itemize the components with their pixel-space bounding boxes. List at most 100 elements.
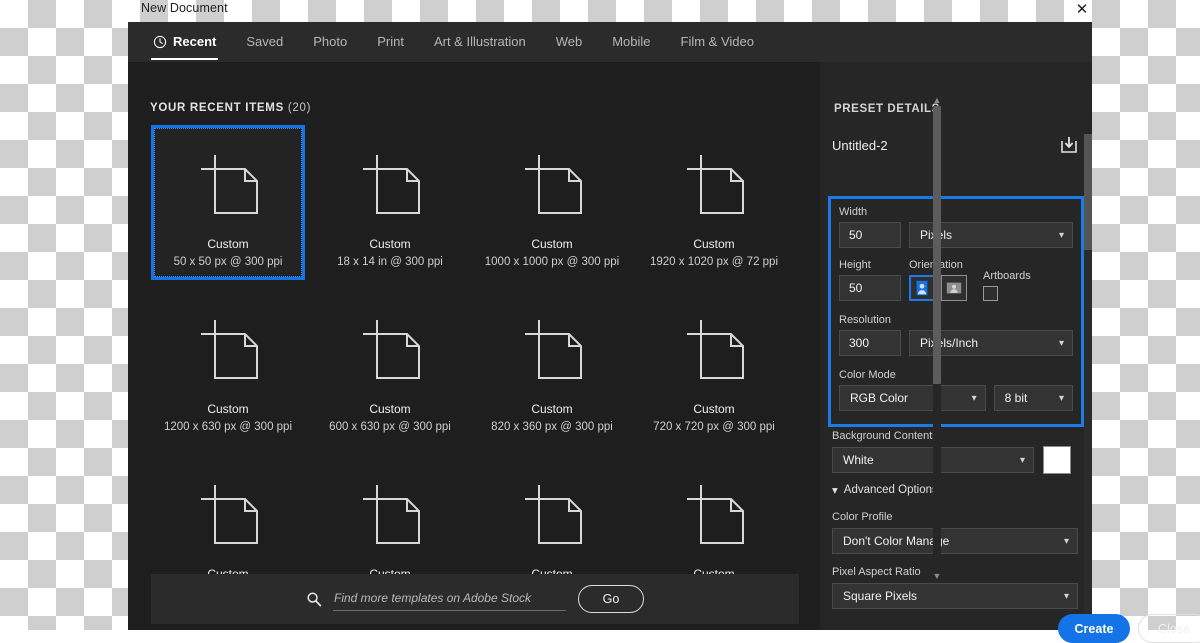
bit-depth-select[interactable]: 8 bit ▾: [994, 385, 1073, 411]
orientation-landscape-button[interactable]: [941, 275, 967, 301]
tab-web[interactable]: Web: [554, 24, 585, 60]
document-preset-icon: [671, 477, 757, 555]
tab-print[interactable]: Print: [375, 24, 406, 60]
height-input[interactable]: [839, 275, 901, 301]
document-preset-icon: [671, 312, 757, 390]
category-tab-bar: Recent Saved Photo Print Art & Illustrat…: [128, 22, 1092, 62]
chevron-down-icon: ▾: [1059, 338, 1064, 349]
color-mode-label: Color Mode: [839, 369, 1073, 381]
recent-items-scrollbar[interactable]: ▲ ▼: [932, 94, 942, 582]
recent-items-grid: Custom50 x 50 px @ 300 ppi Custom18 x 14…: [151, 125, 799, 620]
background-contents-value: White: [843, 453, 874, 467]
color-mode-row: RGB Color ▾ 8 bit ▾: [839, 385, 1073, 411]
resolution-input[interactable]: [839, 330, 901, 356]
background-color-swatch[interactable]: [1043, 446, 1071, 474]
cancel-button[interactable]: Close: [1138, 614, 1200, 643]
scroll-up-icon[interactable]: ▲: [932, 94, 942, 106]
recent-item-name: Custom: [531, 402, 572, 416]
scroll-down-icon[interactable]: ▼: [932, 570, 942, 582]
chevron-down-icon: ▾: [972, 393, 977, 404]
width-input[interactable]: [839, 222, 901, 248]
recent-item-name: Custom: [369, 237, 410, 251]
tab-label: Saved: [246, 34, 283, 49]
create-button[interactable]: Create: [1058, 614, 1130, 643]
recent-item-spec: 50 x 50 px @ 300 ppi: [174, 256, 283, 268]
chevron-down-icon: ▾: [832, 483, 838, 497]
color-mode-select[interactable]: RGB Color ▾: [839, 385, 986, 411]
search-input[interactable]: [333, 588, 566, 611]
document-preset-icon: [509, 477, 595, 555]
recent-item-card[interactable]: Custom 600 x 630 px @ 300 ppi: [313, 290, 467, 445]
recent-items-heading: YOUR RECENT ITEMS (20): [150, 102, 311, 114]
recent-item-card[interactable]: Custom 18 x 14 in @ 300 ppi: [313, 125, 467, 280]
chevron-down-icon: ▾: [1059, 393, 1064, 404]
document-preset-icon: [185, 477, 271, 555]
width-label: Width: [839, 206, 1073, 218]
resolution-label: Resolution: [839, 314, 1073, 326]
document-preset-icon: [185, 312, 271, 390]
recent-item-spec: 1920 x 1020 px @ 72 ppi: [650, 256, 778, 268]
chevron-down-icon: ▾: [1020, 455, 1025, 466]
tab-art-and-illustration[interactable]: Art & Illustration: [432, 24, 528, 60]
document-preset-icon: [185, 147, 271, 225]
close-icon[interactable]: ✕: [1069, 0, 1095, 20]
tab-label: Photo: [313, 34, 347, 49]
width-row: Pixels ▾: [839, 222, 1073, 248]
recent-item-spec: 720 x 720 px @ 300 ppi: [653, 421, 775, 433]
preset-name-row: [832, 130, 1080, 160]
resolution-unit-value: Pixels/Inch: [920, 336, 978, 350]
recent-item-spec: 600 x 630 px @ 300 ppi: [329, 421, 451, 433]
scrollbar-thumb[interactable]: [933, 106, 941, 384]
tab-film-and-video[interactable]: Film & Video: [679, 24, 756, 60]
document-preset-icon: [347, 147, 433, 225]
recent-item-card[interactable]: Custom 1920 x 1020 px @ 72 ppi: [637, 125, 791, 280]
recent-item-card[interactable]: Custom720 x 720 px @ 300 ppi: [637, 290, 791, 445]
tab-recent[interactable]: Recent: [151, 24, 218, 60]
preset-details-heading: PRESET DETAILS: [834, 103, 940, 115]
recent-item-spec: 1200 x 630 px @ 300 ppi: [164, 421, 292, 433]
bit-depth-value: 8 bit: [1005, 391, 1028, 405]
recent-item-name: Custom: [693, 237, 734, 251]
document-preset-icon: [509, 147, 595, 225]
tab-label: Print: [377, 34, 404, 49]
recent-item-spec: 18 x 14 in @ 300 ppi: [337, 256, 443, 268]
recent-item-spec: 820 x 360 px @ 300 ppi: [491, 421, 613, 433]
artboards-checkbox[interactable]: [983, 286, 998, 301]
save-preset-icon[interactable]: [1058, 134, 1080, 156]
advanced-options-label: Advanced Options: [844, 484, 938, 496]
document-preset-icon: [347, 312, 433, 390]
window-title-bar: New Document ✕: [0, 0, 1200, 22]
pixel-aspect-ratio-select[interactable]: Square Pixels ▾: [832, 583, 1078, 609]
go-button[interactable]: Go: [578, 585, 644, 613]
scrollbar-thumb[interactable]: [1084, 134, 1092, 250]
resolution-row: Pixels/Inch ▾: [839, 330, 1073, 356]
search-icon: [306, 591, 322, 607]
tab-saved[interactable]: Saved: [244, 24, 285, 60]
recent-item-name: Custom: [531, 237, 572, 251]
chevron-down-icon: ▾: [1059, 230, 1064, 241]
chevron-down-icon: ▾: [1064, 536, 1069, 547]
tab-label: Recent: [173, 34, 216, 49]
tab-label: Art & Illustration: [434, 34, 526, 49]
tab-mobile[interactable]: Mobile: [610, 24, 652, 60]
recent-item-card[interactable]: Custom 820 x 360 px @ 300 ppi: [475, 290, 629, 445]
new-document-dialog: Recent Saved Photo Print Art & Illustrat…: [128, 22, 1092, 630]
pixel-aspect-ratio-label: Pixel Aspect Ratio: [832, 566, 921, 578]
clock-icon: [153, 35, 167, 49]
height-label: Height: [839, 259, 909, 271]
recent-item-card-selected[interactable]: Custom50 x 50 px @ 300 ppi: [151, 125, 305, 280]
recent-item-card[interactable]: Custom 1000 x 1000 px @ 300 ppi: [475, 125, 629, 280]
document-preset-icon: [509, 312, 595, 390]
recent-item-name: Custom: [369, 402, 410, 416]
recent-item-spec: 1000 x 1000 px @ 300 ppi: [485, 256, 619, 268]
tab-photo[interactable]: Photo: [311, 24, 349, 60]
document-preset-icon: [347, 477, 433, 555]
color-profile-select[interactable]: Don't Color Manage ▾: [832, 528, 1078, 554]
stock-search-group: [306, 588, 566, 611]
recent-item-card[interactable]: Custom 1200 x 630 px @ 300 ppi: [151, 290, 305, 445]
advanced-options-toggle[interactable]: ▾ Advanced Options: [832, 483, 938, 497]
tab-label: Mobile: [612, 34, 650, 49]
color-mode-value: RGB Color: [850, 391, 908, 405]
recent-item-name: Custom: [207, 402, 248, 416]
preset-details-scrollbar[interactable]: [1084, 134, 1092, 622]
